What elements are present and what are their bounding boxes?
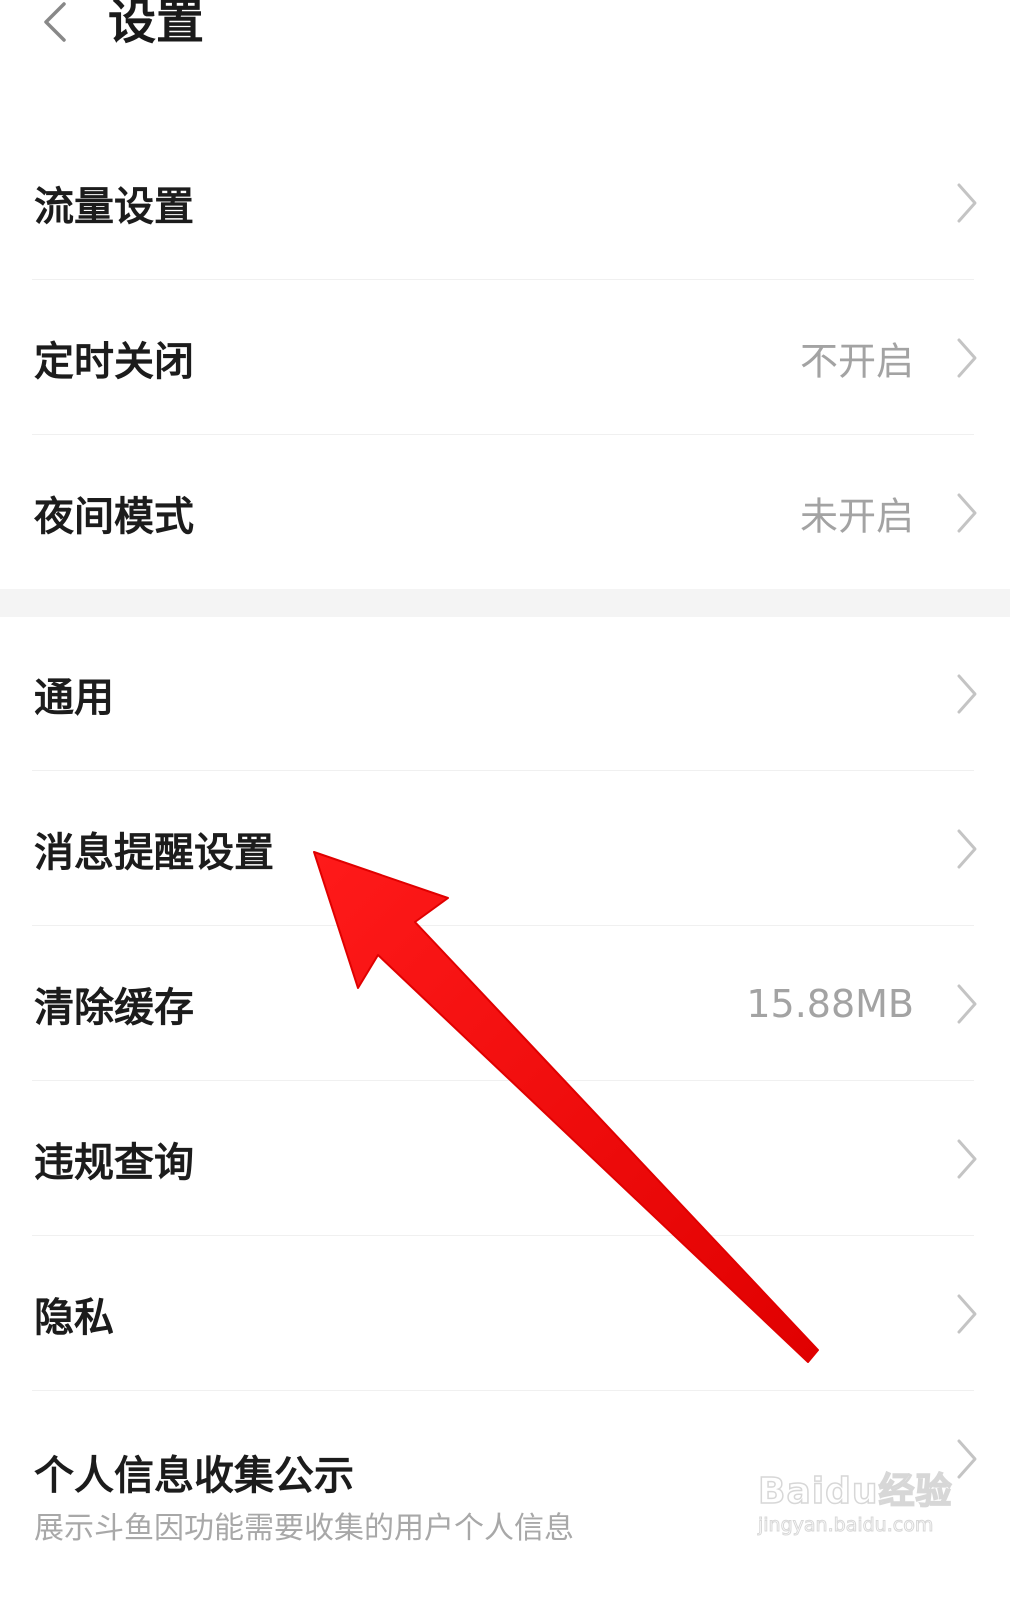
- row-label: 隐私: [34, 1294, 114, 1341]
- row-label: 夜间模式: [34, 493, 194, 540]
- row-sublabel: 展示斗鱼因功能需要收集的用户个人信息: [34, 1511, 574, 1546]
- settings-group-general: 通用 消息提醒设置 清除缓存 15.88MB 违规查询 隐私 个人信息收集公示: [0, 617, 1010, 1571]
- chevron-right-icon: [957, 984, 977, 1023]
- row-label: 定时关闭: [34, 338, 194, 385]
- chevron-right-icon: [957, 338, 977, 377]
- chevron-right-icon: [957, 493, 977, 532]
- chevron-right-icon: [957, 1139, 977, 1178]
- chevron-right-icon: [957, 674, 977, 714]
- cache-size-value: 15.88MB: [746, 981, 914, 1026]
- row-general[interactable]: 通用: [0, 617, 1010, 771]
- row-privacy[interactable]: 隐私: [0, 1236, 1010, 1391]
- watermark-brand: Baidu经验: [757, 1470, 953, 1513]
- section-separator: [0, 589, 1010, 617]
- row-clear-cache[interactable]: 清除缓存 15.88MB: [0, 926, 1010, 1081]
- row-label: 通用: [34, 675, 114, 721]
- watermark-url: jingyan.baidu.com: [757, 1514, 934, 1537]
- chevron-right-icon: [957, 183, 977, 222]
- chevron-left-icon: [44, 2, 66, 42]
- row-label: 清除缓存: [34, 984, 194, 1031]
- row-value: 未开启: [799, 494, 914, 538]
- settings-screen: 设置 流量设置 定时关闭 不开启 夜间模式 未开启 通用 消息提醒设置 清除缓存…: [0, 0, 1010, 1600]
- baidu-watermark: Baidu经验 jingyan.baidu.com: [757, 1462, 958, 1552]
- row-value: 不开启: [799, 339, 914, 383]
- row-timer-off[interactable]: 定时关闭 不开启: [0, 280, 1010, 435]
- row-label: 流量设置: [34, 183, 194, 230]
- chevron-right-icon: [957, 829, 977, 868]
- row-notification-settings[interactable]: 消息提醒设置: [0, 771, 1010, 926]
- row-label: 消息提醒设置: [34, 829, 274, 876]
- chevron-right-icon: [957, 1294, 977, 1333]
- settings-group-display: 流量设置 定时关闭 不开启 夜间模式 未开启: [0, 125, 1010, 590]
- header: 设置: [0, 0, 1010, 125]
- back-button[interactable]: [30, 0, 80, 52]
- row-night-mode[interactable]: 夜间模式 未开启: [0, 435, 1010, 590]
- row-traffic-settings[interactable]: 流量设置: [0, 125, 1010, 280]
- row-violation-query[interactable]: 违规查询: [0, 1081, 1010, 1236]
- page-title: 设置: [108, 0, 205, 50]
- row-label: 违规查询: [34, 1139, 194, 1186]
- row-label: 个人信息收集公示: [34, 1453, 354, 1499]
